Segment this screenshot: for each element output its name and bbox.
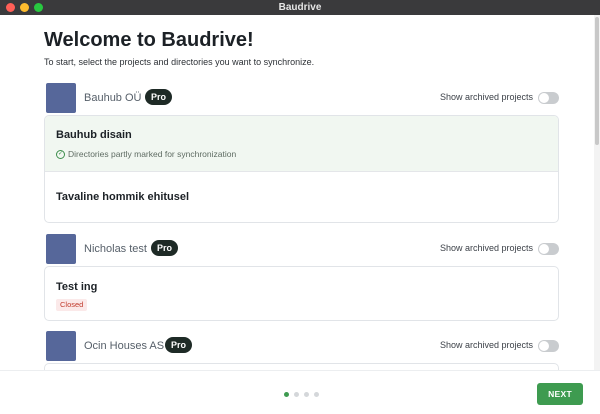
footer-bar: NEXT [0, 370, 600, 414]
close-window-button[interactable] [6, 3, 15, 12]
show-archived-toggle[interactable] [538, 243, 559, 255]
page-dot [304, 392, 309, 397]
organization-section: Bauhub OÜ Pro Show archived projects [44, 83, 559, 113]
show-archived-label: Show archived projects [439, 340, 533, 350]
organization-name: Bauhub OÜ [84, 92, 142, 104]
project-row[interactable]: Tavaline hommik ehitusel [45, 171, 558, 222]
project-row[interactable]: Test ing Closed [45, 267, 558, 320]
show-archived-toggle[interactable] [538, 92, 559, 104]
organization-name: Nicholas test [84, 243, 147, 255]
page-title: Welcome to Baudrive! [44, 29, 254, 51]
organization-name: Ocin Houses AS [84, 340, 165, 352]
scrollbar-thumb[interactable] [595, 17, 599, 145]
project-row[interactable]: Bauhub disain ✓ Directories partly marke… [45, 116, 558, 171]
page-dot [284, 392, 289, 397]
organization-avatar [46, 234, 76, 264]
pro-badge: Pro [145, 89, 173, 105]
organization-header: Ocin Houses AS Pro Show archived project… [44, 331, 559, 361]
organization-section: Nicholas test Pro Show archived projects [44, 234, 559, 264]
project-list: Bauhub disain ✓ Directories partly marke… [44, 115, 559, 223]
project-list [44, 363, 559, 370]
page-dot [294, 392, 299, 397]
page-dot [314, 392, 319, 397]
organization-avatar [46, 331, 76, 361]
check-circle-icon: ✓ [56, 149, 65, 159]
show-archived-toggle[interactable] [538, 340, 559, 352]
page-subtitle: To start, select the projects and direct… [44, 57, 315, 67]
zoom-window-button[interactable] [34, 3, 43, 12]
organization-header: Nicholas test Pro Show archived projects [44, 234, 559, 264]
pagination-dots [284, 392, 319, 397]
pro-badge: Pro [165, 337, 193, 353]
window-controls [6, 3, 43, 12]
project-sync-status: ✓ Directories partly marked for synchron… [56, 149, 236, 159]
show-archived-label: Show archived projects [439, 92, 533, 102]
organization-header: Bauhub OÜ Pro Show archived projects [44, 83, 559, 113]
project-name: Tavaline hommik ehitusel [56, 191, 190, 203]
main-content: Welcome to Baudrive! To start, select th… [44, 15, 559, 370]
closed-badge: Closed [56, 299, 88, 311]
window-title: Baudrive [278, 2, 322, 13]
organization-avatar [46, 83, 76, 113]
project-name: Bauhub disain [56, 129, 132, 141]
organization-section: Ocin Houses AS Pro Show archived project… [44, 331, 559, 361]
show-archived-label: Show archived projects [439, 243, 533, 253]
project-list: Test ing Closed [44, 266, 559, 321]
project-status-text: Directories partly marked for synchroniz… [68, 149, 237, 159]
window-titlebar: Baudrive [0, 0, 600, 15]
minimize-window-button[interactable] [20, 3, 29, 12]
next-button[interactable]: NEXT [537, 383, 583, 405]
pro-badge: Pro [151, 240, 179, 256]
project-name: Test ing [56, 281, 98, 293]
